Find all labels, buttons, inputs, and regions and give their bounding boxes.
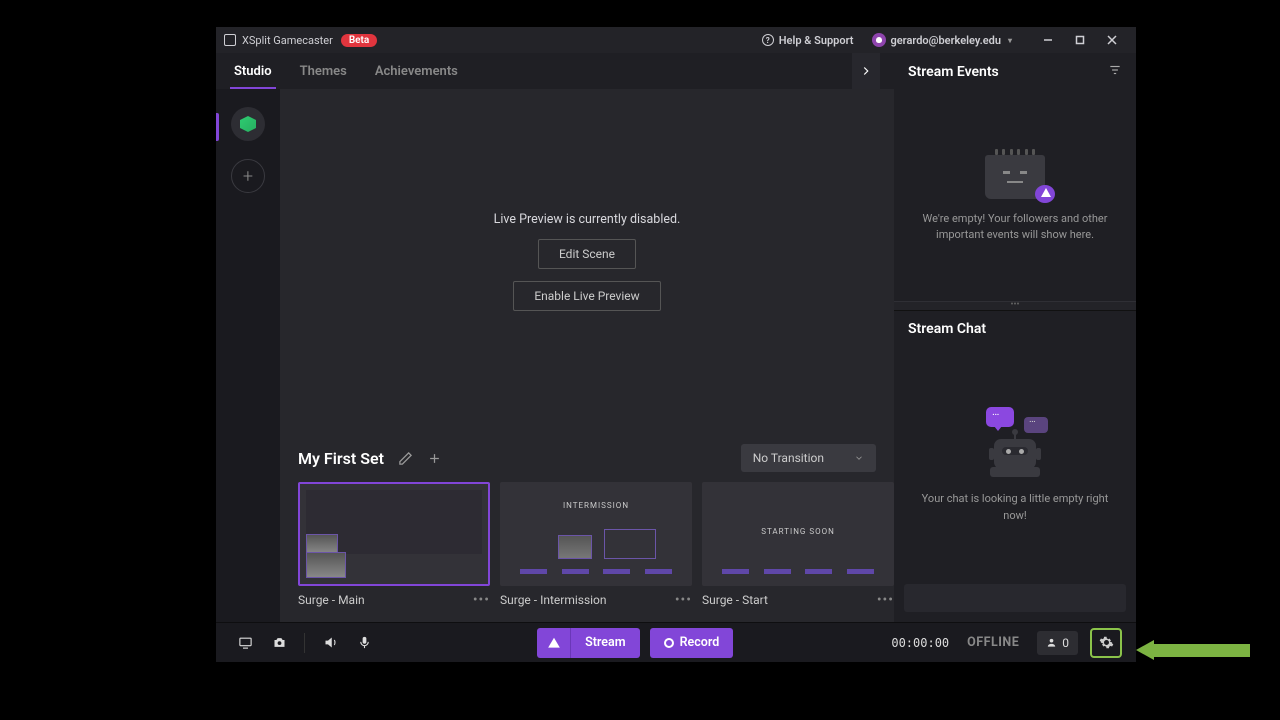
user-menu[interactable]: gerardo@berkeley.edu ▾ <box>872 33 1013 47</box>
scene-thumb-intermission[interactable]: INTERMISSION Surge - Intermission ••• <box>500 482 692 608</box>
stream-timer: 00:00:00 <box>891 636 949 650</box>
stream-events-title: Stream Events <box>908 64 999 80</box>
stream-button[interactable]: Stream <box>571 628 640 658</box>
stream-chat-body: Your chat is looking a little empty righ… <box>894 347 1136 584</box>
window-close-button[interactable] <box>1096 27 1128 53</box>
gem-icon <box>240 116 256 132</box>
transition-select[interactable]: No Transition <box>741 444 876 472</box>
help-support-button[interactable]: ? Help & Support <box>762 34 854 47</box>
footer: Stream Record 00:00:00 OFFLINE 0 <box>216 622 1136 662</box>
stream-events-header: Stream Events <box>894 53 1136 91</box>
stream-chat-title: Stream Chat <box>908 321 986 337</box>
preview-area: Live Preview is currently disabled. Edit… <box>280 89 894 434</box>
annotation-arrow <box>1136 640 1250 660</box>
edit-scene-button[interactable]: Edit Scene <box>538 239 636 269</box>
scene-set-bar: My First Set No Transition <box>280 434 894 472</box>
titlebar: XSplit Gamecaster Beta ? Help & Support … <box>216 27 1136 53</box>
stream-events-body: We're empty! Your followers and other im… <box>894 91 1136 301</box>
stream-chat-header: Stream Chat <box>894 311 1136 347</box>
panel-resize-handle[interactable]: ••• <box>894 301 1136 311</box>
person-icon <box>1046 637 1057 648</box>
tab-achievements[interactable]: Achievements <box>371 55 462 88</box>
scene-thumbnails: Surge - Main ••• INTERMISSION Su <box>280 472 894 622</box>
chat-input[interactable] <box>904 584 1126 612</box>
tab-themes[interactable]: Themes <box>296 55 351 88</box>
events-empty-text: We're empty! Your followers and other im… <box>914 211 1116 244</box>
window-maximize-button[interactable] <box>1064 27 1096 53</box>
scene-thumb-main[interactable]: Surge - Main ••• <box>298 482 490 608</box>
speaker-button[interactable] <box>315 630 345 656</box>
rename-set-button[interactable] <box>398 451 413 466</box>
gear-icon <box>1099 635 1114 650</box>
display-capture-button[interactable] <box>230 630 260 656</box>
tab-studio[interactable]: Studio <box>230 55 276 88</box>
scene-thumb-start[interactable]: STARTING SOON Surge - Start ••• <box>702 482 894 608</box>
chevron-down-icon: ▾ <box>1008 36 1012 45</box>
main-tabs: Studio Themes Achievements <box>216 53 894 89</box>
empty-chat-icon <box>980 407 1050 477</box>
add-scene-to-set-button[interactable] <box>427 451 442 466</box>
avatar-icon <box>872 33 886 47</box>
empty-events-icon <box>985 149 1045 199</box>
help-label: Help & Support <box>779 34 854 47</box>
microphone-button[interactable] <box>349 630 379 656</box>
scene-more-button[interactable]: ••• <box>675 592 692 608</box>
settings-button[interactable] <box>1090 628 1122 658</box>
record-icon <box>664 638 674 648</box>
chat-empty-text: Your chat is looking a little empty righ… <box>918 491 1112 524</box>
scene-name: Surge - Main <box>298 593 365 607</box>
scene-name: Surge - Intermission <box>500 593 607 607</box>
divider <box>304 633 305 653</box>
help-icon: ? <box>762 34 774 46</box>
record-button[interactable]: Record <box>650 628 734 658</box>
window-minimize-button[interactable] <box>1032 27 1064 53</box>
stream-status: OFFLINE <box>967 635 1019 650</box>
stream-warning-button[interactable] <box>537 628 571 658</box>
scene-name: Surge - Start <box>702 593 768 607</box>
user-email: gerardo@berkeley.edu <box>891 34 1001 47</box>
scene-source-button[interactable] <box>231 107 265 141</box>
app-logo-icon <box>224 34 236 46</box>
events-filter-button[interactable] <box>1108 63 1122 81</box>
transition-label: No Transition <box>753 451 824 465</box>
add-scene-button[interactable]: + <box>231 159 265 193</box>
scene-set-title: My First Set <box>298 449 384 468</box>
preview-disabled-message: Live Preview is currently disabled. <box>494 212 681 227</box>
scene-rail: + <box>216 89 280 622</box>
app-title: XSplit Gamecaster <box>242 34 333 47</box>
enable-live-preview-button[interactable]: Enable Live Preview <box>513 281 660 311</box>
screenshot-button[interactable] <box>264 630 294 656</box>
viewer-count[interactable]: 0 <box>1037 631 1078 655</box>
collapse-sidebar-button[interactable] <box>852 53 880 89</box>
scene-more-button[interactable]: ••• <box>877 592 894 608</box>
chevron-down-icon <box>854 453 864 463</box>
scene-more-button[interactable]: ••• <box>473 592 490 608</box>
beta-badge: Beta <box>341 34 377 47</box>
